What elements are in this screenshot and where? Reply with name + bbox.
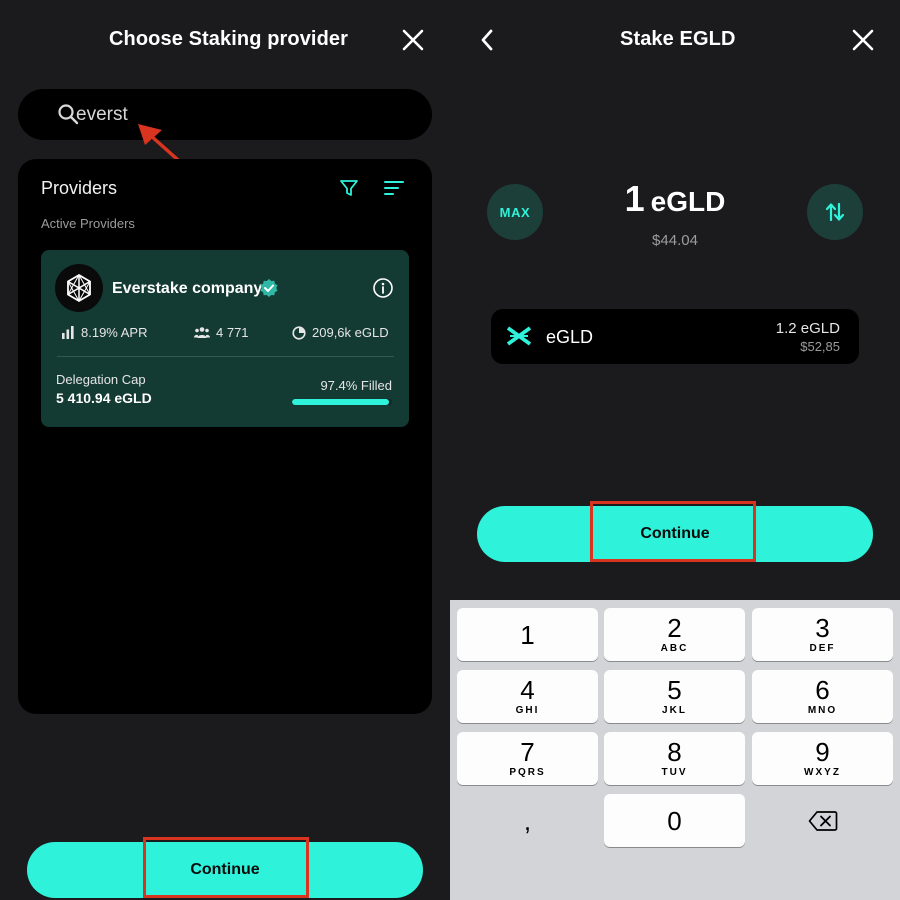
total-staked-stat: 209,6k eGLD (292, 325, 389, 340)
continue-button[interactable]: Continue (27, 842, 423, 898)
filled-label: 97.4% Filled (320, 378, 392, 393)
back-icon[interactable] (476, 27, 498, 53)
token-selector[interactable]: eGLD 1.2 eGLD $52,85 (491, 309, 859, 364)
bar-chart-icon (62, 326, 74, 339)
token-balance-fiat: $52,85 (800, 339, 840, 354)
provider-card[interactable]: Everstake company 8.19% APR 4 771 209,6k… (41, 250, 409, 427)
stake-amount[interactable]: 1 eGLD (560, 178, 790, 220)
filled-progress-fill (292, 399, 390, 405)
provider-name: Everstake company (112, 280, 263, 297)
page-title: Choose Staking provider (109, 28, 349, 50)
close-icon[interactable] (850, 27, 876, 53)
page-title: Stake EGLD (620, 28, 736, 50)
search-bar[interactable] (18, 89, 432, 140)
key-2[interactable]: 2 ABC (604, 608, 745, 661)
numeric-keypad: 1 2 ABC 3 DEF 4 GHI 5 JKL 6 MNO 7 PQRS 8 TUV 9W… (450, 600, 900, 900)
token-name: eGLD (546, 327, 594, 347)
swap-icon (825, 202, 845, 222)
users-icon (194, 327, 210, 338)
token-balance: 1.2 eGLD (775, 320, 840, 337)
key-3[interactable]: 3 DEF (752, 608, 893, 661)
key-6[interactable]: 6 MNO (752, 670, 893, 723)
key-8[interactable]: 8 TUV (604, 732, 745, 785)
apr-stat: 8.19% APR (61, 325, 148, 340)
continue-button[interactable]: Continue (477, 506, 873, 562)
max-label: MAX (499, 204, 531, 220)
search-input[interactable] (76, 89, 396, 140)
backspace-key[interactable] (752, 794, 893, 847)
everstake-logo-icon (55, 264, 103, 312)
card-divider (57, 356, 394, 357)
filled-progress-bar (292, 399, 392, 405)
key-comma[interactable]: , (457, 794, 598, 847)
delegation-cap-value: 5 410.94 eGLD (56, 390, 152, 406)
swap-button[interactable] (807, 184, 863, 240)
total-staked-value: 209,6k eGLD (312, 325, 389, 340)
key-5[interactable]: 5 JKL (604, 670, 745, 723)
amount-value: 1 (624, 178, 645, 219)
key-1[interactable]: 1 (457, 608, 598, 661)
verified-icon (259, 278, 279, 298)
choose-provider-screen: Choose Staking provider Providers Active… (0, 0, 450, 900)
max-button[interactable]: MAX (487, 184, 543, 240)
providers-panel: Providers Active Providers Everstake com… (18, 159, 432, 714)
amount-fiat: $44.04 (652, 232, 698, 249)
stake-screen: Stake EGLD MAX 1 eGLD $44.04 eGLD 1.2 eGL… (450, 0, 900, 900)
amount-unit: eGLD (650, 186, 726, 217)
key-7[interactable]: 7 PQRS (457, 732, 598, 785)
backspace-icon (808, 810, 837, 831)
delegation-cap-label: Delegation Cap (56, 372, 146, 387)
egld-logo-icon (506, 324, 532, 348)
key-9[interactable]: 9 WXYZ (752, 732, 893, 785)
providers-title: Providers (41, 178, 118, 198)
sort-icon[interactable] (383, 177, 405, 199)
close-icon[interactable] (400, 27, 426, 53)
pie-chart-icon (292, 325, 306, 340)
delegators-stat: 4 771 (194, 325, 249, 340)
key-4[interactable]: 4 GHI (457, 670, 598, 723)
delegators-value: 4 771 (216, 325, 249, 340)
info-icon[interactable] (372, 277, 394, 299)
filter-icon[interactable] (338, 177, 360, 199)
key-0[interactable]: 0 (604, 794, 745, 847)
apr-value: 8.19% APR (81, 325, 148, 340)
active-providers-label: Active Providers (41, 216, 135, 231)
